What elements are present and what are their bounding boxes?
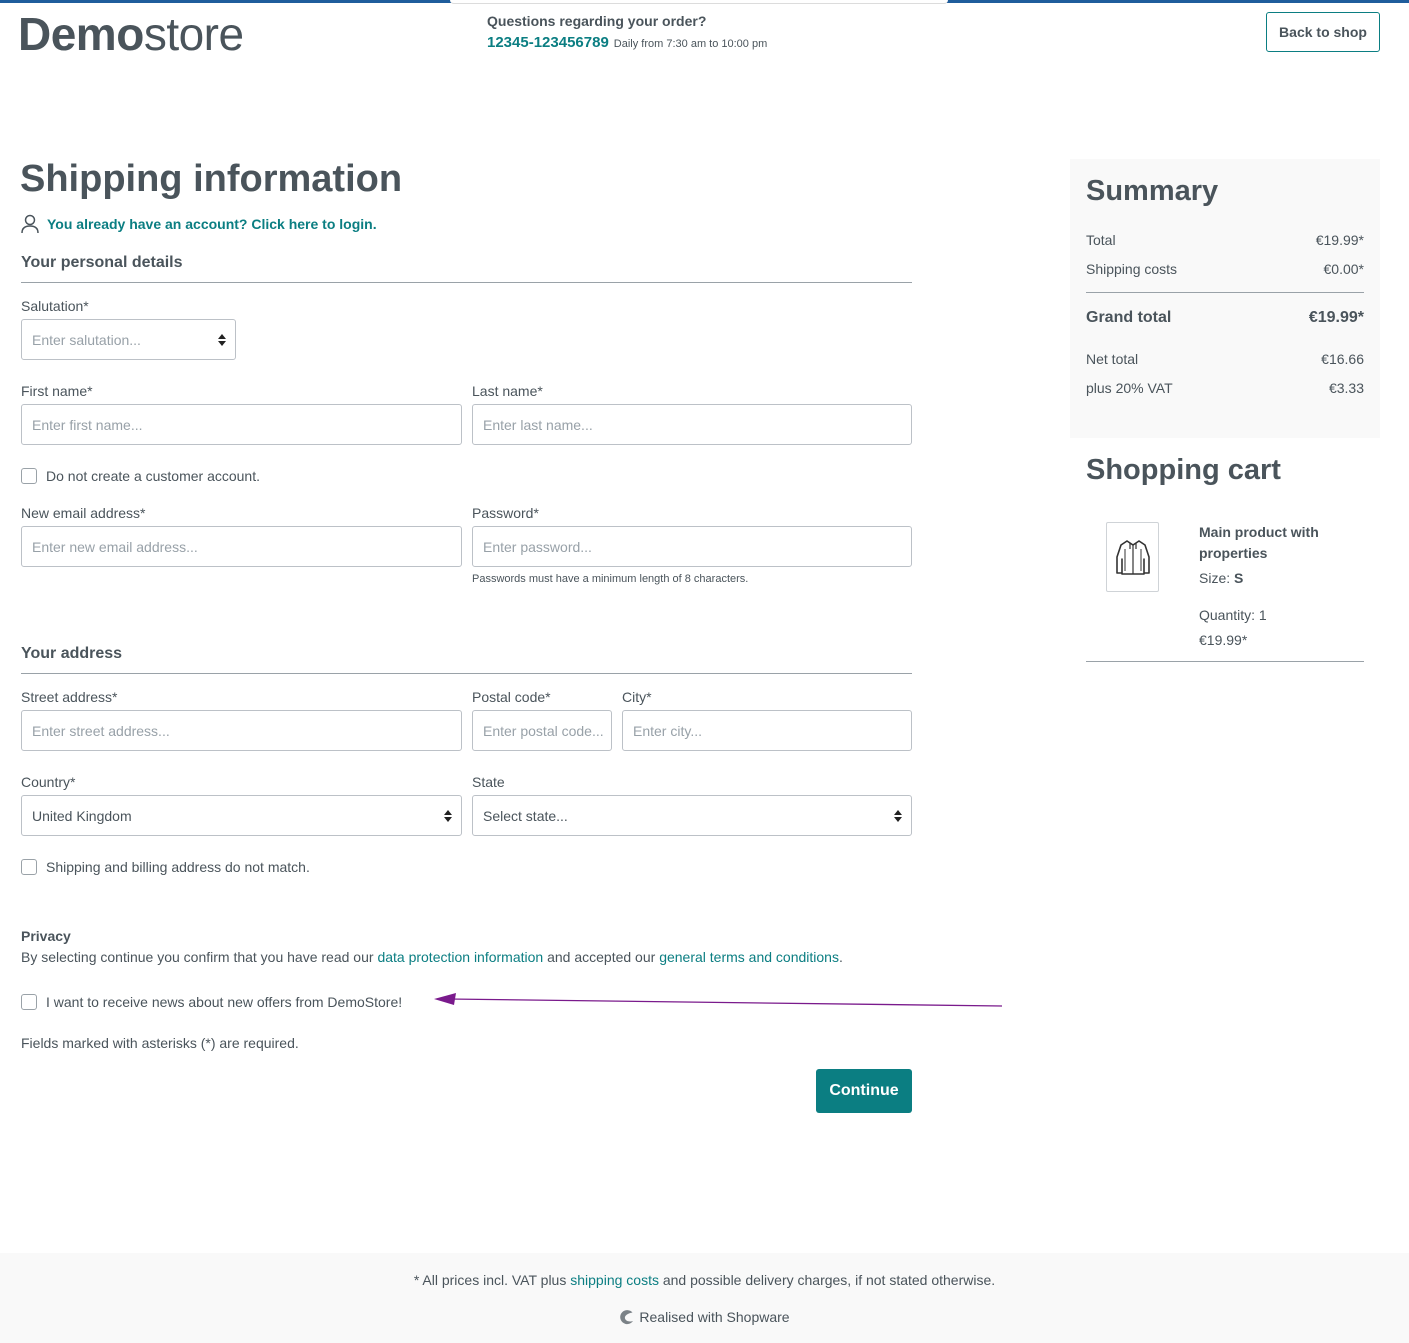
page-title: Shipping information (20, 158, 403, 200)
salutation-select[interactable]: Enter salutation... (21, 319, 236, 360)
help-hours: Daily from 7:30 am to 10:00 pm (613, 38, 768, 50)
email-input[interactable]: Enter new email address... (21, 526, 462, 567)
state-select[interactable]: Select state... (472, 795, 912, 836)
continue-button[interactable]: Continue (816, 1069, 912, 1113)
select-arrows-icon (444, 809, 452, 822)
no-account-label[interactable]: Do not create a customer account. (46, 468, 260, 484)
password-label: Password* (472, 505, 539, 521)
newsletter-checkbox[interactable] (21, 994, 37, 1010)
newsletter-checkbox-row[interactable]: I want to receive news about new offers … (21, 994, 402, 1010)
back-to-shop-button[interactable]: Back to shop (1266, 12, 1380, 52)
annotation-arrow (434, 993, 1003, 1007)
product-image[interactable] (1106, 522, 1159, 592)
billing-differs-checkbox[interactable] (21, 859, 37, 875)
cart-item-quantity: Quantity: 1 (1199, 607, 1267, 623)
password-input[interactable]: Enter password... (472, 526, 912, 567)
select-arrows-icon (894, 809, 902, 822)
login-link-text[interactable]: You already have an account? Click here … (47, 216, 377, 232)
help-phone-link[interactable]: 12345-123456789 (487, 34, 609, 51)
salutation-label: Salutation* (21, 298, 89, 314)
last-name-label: Last name* (472, 383, 543, 399)
email-label: New email address* (21, 505, 146, 521)
footer (0, 1253, 1409, 1343)
top-bar-tab (450, 0, 948, 4)
personal-details-divider (21, 282, 912, 283)
state-label: State (472, 774, 505, 790)
password-hint: Passwords must have a minimum length of … (472, 573, 749, 585)
select-arrows-icon (218, 333, 226, 346)
shipping-costs-link[interactable]: shipping costs (570, 1272, 659, 1288)
store-logo[interactable]: Demostore (18, 8, 244, 60)
footer-vat-note: * All prices incl. VAT plus shipping cos… (413, 1272, 996, 1288)
privacy-heading: Privacy (21, 928, 71, 944)
postal-code-input[interactable]: Enter postal code... (472, 710, 612, 751)
cart-item-name[interactable]: Main product with properties (1199, 522, 1349, 564)
street-input[interactable]: Enter street address... (21, 710, 462, 751)
newsletter-label[interactable]: I want to receive news about new offers … (46, 994, 402, 1010)
summary-row-total: Total €19.99* (1086, 232, 1364, 248)
city-label: City* (622, 689, 652, 705)
personal-details-heading: Your personal details (21, 254, 183, 271)
city-input[interactable]: Enter city... (622, 710, 912, 751)
address-divider (21, 673, 912, 674)
summary-row-net-total: Net total €16.66 (1086, 351, 1364, 367)
jacket-icon (1115, 540, 1150, 575)
billing-differs-label[interactable]: Shipping and billing address do not matc… (46, 859, 310, 875)
footer-brand[interactable]: Realised with Shopware (0, 1309, 1409, 1325)
shopping-cart-heading: Shopping cart (1086, 454, 1281, 486)
street-label: Street address* (21, 689, 118, 705)
postal-code-label: Postal code* (472, 689, 551, 705)
summary-heading: Summary (1086, 175, 1219, 207)
last-name-input[interactable]: Enter last name... (472, 404, 912, 445)
first-name-input[interactable]: Enter first name... (21, 404, 462, 445)
data-protection-link[interactable]: data protection information (377, 949, 543, 965)
summary-row-grand-total: Grand total €19.99* (1086, 309, 1364, 326)
no-account-checkbox[interactable] (21, 468, 37, 484)
no-account-checkbox-row[interactable]: Do not create a customer account. (21, 468, 260, 484)
summary-row-vat: plus 20% VAT €3.33 (1086, 380, 1364, 396)
first-name-label: First name* (21, 383, 93, 399)
cart-divider (1086, 661, 1364, 662)
address-heading: Your address (21, 645, 123, 662)
help-question: Questions regarding your order? (487, 13, 707, 29)
required-fields-note: Fields marked with asterisks (*) are req… (21, 1035, 299, 1051)
billing-differs-checkbox-row[interactable]: Shipping and billing address do not matc… (21, 859, 310, 875)
cart-item-price: €19.99* (1199, 632, 1248, 648)
user-icon (21, 214, 39, 234)
summary-row-shipping: Shipping costs €0.00* (1086, 261, 1364, 277)
summary-divider (1086, 292, 1364, 293)
country-label: Country* (21, 774, 76, 790)
login-link[interactable]: You already have an account? Click here … (21, 214, 377, 234)
help-info: Questions regarding your order? 12345-12… (487, 13, 767, 51)
shopware-logo-icon (620, 1310, 634, 1325)
country-select[interactable]: United Kingdom (21, 795, 462, 836)
terms-link[interactable]: general terms and conditions (659, 949, 839, 965)
cart-item-size: Size: S (1199, 570, 1244, 586)
privacy-text: By selecting continue you confirm that y… (21, 949, 843, 965)
